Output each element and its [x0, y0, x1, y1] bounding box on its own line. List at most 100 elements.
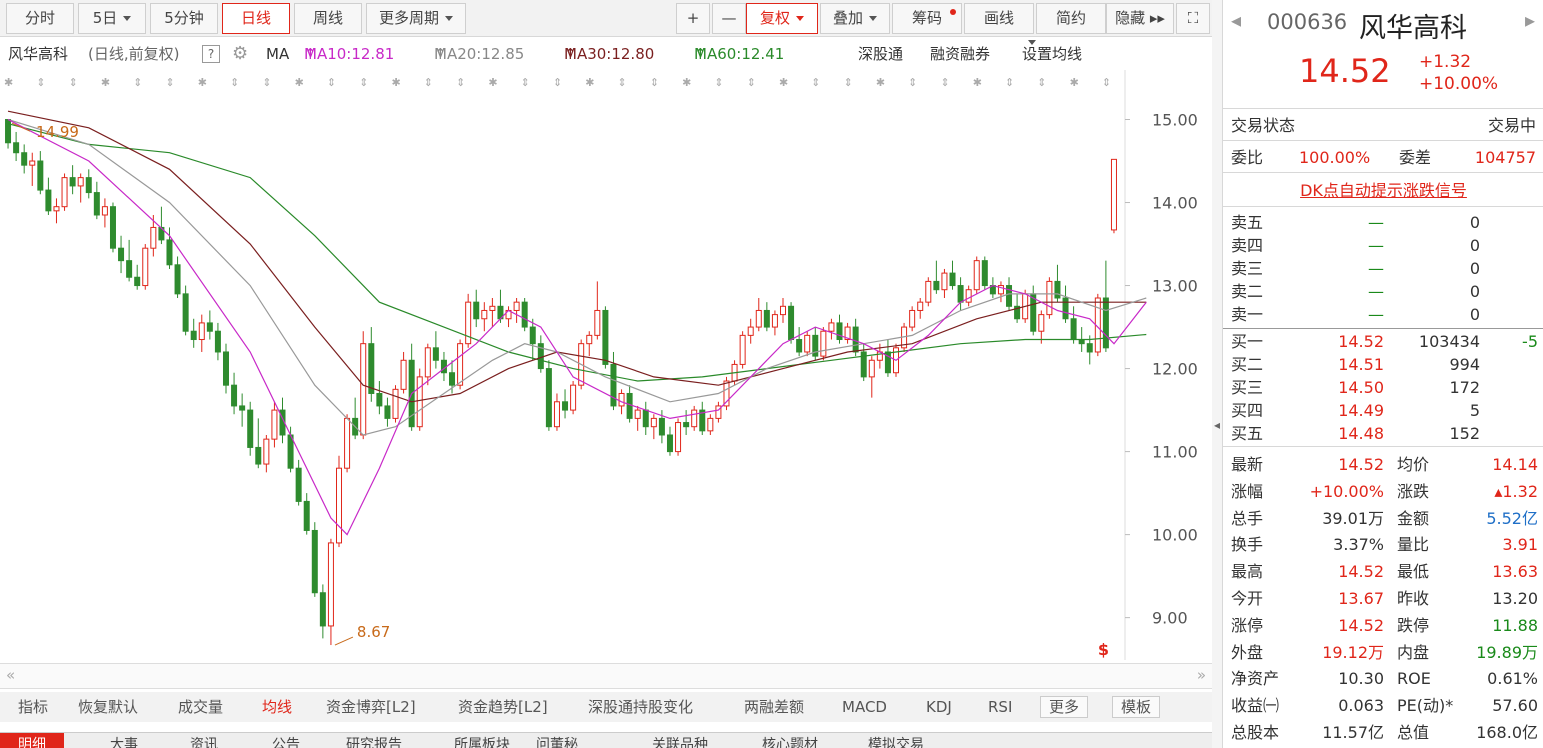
bottom-tab-3[interactable]: 公告: [272, 733, 300, 748]
candle-body: [134, 276, 141, 287]
stat-value: 11.57亿: [1322, 723, 1384, 742]
period-tab-0[interactable]: 分时: [6, 3, 74, 34]
rzrq-button[interactable]: 融资融券: [930, 40, 990, 68]
sell-row[interactable]: 卖五 — 0: [1223, 211, 1543, 234]
indicator-tab-6[interactable]: 深股通持股变化: [588, 692, 693, 722]
candle-body: [109, 206, 116, 249]
buy-row[interactable]: 买五 14.48 152: [1223, 422, 1543, 445]
stat-label: PE(动)*: [1397, 696, 1454, 716]
signal-marker: $: [1098, 640, 1109, 659]
bottom-tab-1[interactable]: 大事: [110, 733, 138, 748]
event-marker-icon: ⇕: [456, 76, 465, 89]
tool-button-8[interactable]: ⛶: [1176, 3, 1210, 34]
buy-row[interactable]: 买三 14.50 172: [1223, 376, 1543, 399]
event-marker-icon: ✱: [1070, 76, 1079, 89]
candle-body: [570, 384, 577, 411]
next-stock-icon[interactable]: ▸: [1525, 8, 1535, 32]
bottom-tab-2[interactable]: 资讯: [190, 733, 218, 748]
candle-body: [755, 309, 762, 328]
tool-button-2[interactable]: 复权: [746, 3, 818, 34]
period-tab-5[interactable]: 更多周期: [366, 3, 466, 34]
kline-chart[interactable]: 15.00 14.00 13.00 12.00 11.00 10.00 9.00 ✱ ⇕ ⇕ ✱ ⇕ ⇕…: [0, 70, 1212, 660]
indicator-tab-4[interactable]: 资金博弈[L2]: [326, 692, 416, 722]
stat-label: 内盘: [1397, 642, 1430, 662]
indicator-tab-10[interactable]: RSI: [988, 692, 1012, 722]
candle-body: [101, 206, 108, 216]
tool-button-7[interactable]: 隐藏 ▸▸: [1106, 3, 1174, 34]
tool-button-3[interactable]: 叠加: [820, 3, 890, 34]
bottom-tab-5[interactable]: 所属板块: [454, 733, 510, 748]
candle-body: [142, 247, 149, 287]
indicator-tab-8[interactable]: MACD: [842, 692, 887, 722]
indicator-tab-12[interactable]: 模板: [1112, 696, 1161, 718]
tool-button-4[interactable]: 筹码: [892, 3, 962, 34]
event-marker-icon: ⇕: [618, 76, 627, 89]
period-tab-label: 周线: [312, 9, 343, 27]
ma60-line: [7, 123, 1147, 382]
candle-body: [384, 405, 391, 419]
buy-cell: 103434: [1418, 332, 1480, 351]
collapse-icon[interactable]: ◂: [1214, 418, 1220, 432]
shgt-button[interactable]: 深股通: [858, 40, 903, 68]
buy-cell: 买一: [1231, 332, 1264, 351]
indicator-tab-7[interactable]: 两融差额: [744, 692, 804, 722]
sell-cell: —: [1368, 259, 1384, 278]
candle-body: [1070, 318, 1077, 341]
indicator-tab-1[interactable]: 恢复默认: [78, 692, 138, 722]
prev-stock-icon[interactable]: ◂: [1231, 8, 1241, 32]
period-tab-4[interactable]: 周线: [294, 3, 362, 34]
panel-splitter[interactable]: ◂: [1212, 0, 1222, 748]
stat-value: 3.37%: [1333, 535, 1384, 555]
event-marker-icon: ⇕: [521, 76, 530, 89]
gear-icon[interactable]: ⚙: [232, 40, 248, 68]
event-marker-icon: ✱: [585, 76, 594, 89]
bottom-tab-9[interactable]: 模拟交易: [868, 733, 924, 748]
bottom-tab-8[interactable]: 核心题材: [762, 733, 818, 748]
tool-button-5[interactable]: 画线: [964, 3, 1034, 34]
buy-row[interactable]: 买二 14.51 994: [1223, 353, 1543, 376]
indicator-tab-5[interactable]: 资金趋势[L2]: [458, 692, 548, 722]
period-tab-3[interactable]: 日线: [222, 3, 290, 34]
sell-row[interactable]: 卖三 — 0: [1223, 257, 1543, 280]
stat-value: 14.52: [1338, 455, 1384, 474]
tool-button-0[interactable]: +: [676, 3, 710, 34]
bottom-tab-4[interactable]: 研究报告: [346, 733, 402, 748]
candle-body: [231, 384, 238, 407]
sell-cell: 0: [1469, 236, 1480, 255]
sell-row[interactable]: 卖一 — 0: [1223, 303, 1543, 326]
candle-body: [13, 142, 20, 154]
buy-row[interactable]: 买四 14.49 5: [1223, 399, 1543, 422]
stat-value: 14.52: [1338, 615, 1384, 635]
period-tab-1[interactable]: 5日: [78, 3, 146, 34]
bottom-tab-6[interactable]: 问董秘: [536, 733, 578, 748]
stat-label: 净资产: [1231, 669, 1280, 689]
kline-svg[interactable]: 15.00 14.00 13.00 12.00 11.00 10.00 9.00 ✱ ⇕ ⇕ ✱ ⇕ ⇕…: [0, 70, 1212, 660]
tool-button-6[interactable]: 简约: [1036, 3, 1106, 34]
indicator-tab-0[interactable]: 指标: [18, 692, 48, 722]
period-tab-2[interactable]: 5分钟: [150, 3, 218, 34]
buy-row[interactable]: 买一 14.52 103434 -5: [1223, 330, 1543, 353]
sell-cell: 0: [1469, 305, 1480, 324]
chart-scrollbar[interactable]: « »: [0, 663, 1212, 689]
indicator-tab-9[interactable]: KDJ: [926, 692, 952, 722]
dk-signal-link[interactable]: DK点自动提示涨跌信号: [1223, 179, 1543, 202]
sell-row[interactable]: 卖四 — 0: [1223, 234, 1543, 257]
candle-body: [828, 322, 835, 332]
tool-button-1[interactable]: —: [712, 3, 746, 34]
indicator-tab-11[interactable]: 更多: [1040, 696, 1089, 718]
scroll-left-icon[interactable]: «: [6, 666, 15, 684]
bottom-tab-0[interactable]: 明细: [0, 733, 64, 748]
candle-body: [150, 226, 157, 249]
candle-body: [796, 339, 803, 353]
period-tab-label: 5日: [92, 9, 118, 27]
bottom-tab-7[interactable]: 关联品种: [652, 733, 708, 748]
event-marker-icon: ✱: [779, 76, 788, 89]
indicator-tab-3[interactable]: 均线: [262, 692, 292, 722]
sell-cell: 卖五: [1231, 213, 1264, 232]
ma-label[interactable]: MA: [266, 40, 289, 68]
candle-body: [1110, 158, 1117, 231]
sell-cell: —: [1368, 282, 1384, 301]
scroll-right-icon[interactable]: »: [1197, 666, 1206, 684]
sell-row[interactable]: 卖二 — 0: [1223, 280, 1543, 303]
indicator-tab-2[interactable]: 成交量: [178, 692, 223, 722]
